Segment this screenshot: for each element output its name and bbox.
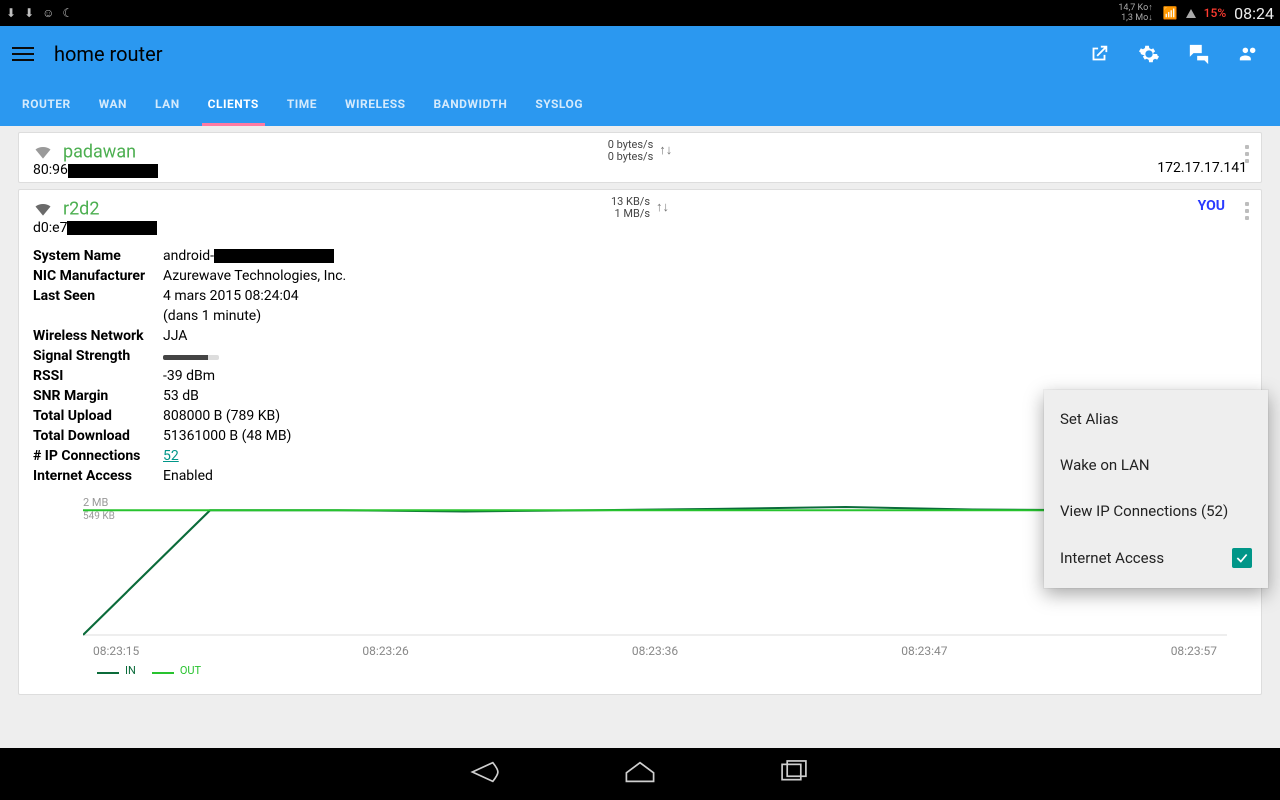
chart-x-axis: 08:23:15 08:23:26 08:23:36 08:23:47 08:2… [83,640,1227,658]
feedback-icon[interactable] [1188,43,1210,65]
wifi-icon [33,199,53,219]
battery-level: 15% [1204,6,1226,20]
clock: 08:24 [1234,4,1274,23]
overflow-menu-icon[interactable] [1241,139,1253,169]
android-nav-bar [0,748,1280,800]
content-area: padawan 80:96 0 bytes/s 0 bytes/s ↑↓ 172… [0,126,1280,748]
android-status-bar: ⬇ ⬇ ☺ ☾ 14,7 Ko↑ 1,3 Mo↓ 📶 15% 08:24 [0,0,1280,26]
chart-legend: IN OUT [83,658,1227,677]
notif-icon: ☺ [42,6,54,20]
client-name: r2d2 [63,199,99,220]
context-menu: Set Alias Wake on LAN View IP Connection… [1044,390,1268,588]
network-speed: 14,7 Ko↑ 1,3 Mo↓ [1118,3,1152,23]
tab-bandwidth[interactable]: BANDWIDTH [419,82,521,126]
wifi-icon [33,142,53,162]
updown-icon: ↑↓ [656,202,669,214]
menu-internet-access[interactable]: Internet Access [1044,534,1268,582]
people-icon[interactable] [1238,43,1260,65]
tab-syslog[interactable]: SYSLOG [521,82,597,126]
tab-wireless[interactable]: WIRELESS [331,82,419,126]
page-title: home router [54,42,1068,66]
ip-connections-link[interactable]: 52 [163,448,179,464]
signal-strength-bar [163,355,219,360]
client-speed: 0 bytes/s 0 bytes/s ↑↓ [608,139,673,163]
back-button[interactable] [469,758,503,790]
client-mac: d0:e7 [33,220,1247,236]
tab-wan[interactable]: WAN [85,82,141,126]
tab-router[interactable]: ROUTER [8,82,85,126]
checkbox-checked-icon[interactable] [1232,548,1252,568]
tab-lan[interactable]: LAN [141,82,194,126]
open-external-icon[interactable] [1088,43,1110,65]
tab-clients[interactable]: CLIENTS [194,82,273,126]
home-button[interactable] [623,758,657,790]
menu-view-ip-connections[interactable]: View IP Connections (52) [1044,488,1268,534]
signal-icon [1186,9,1196,18]
notif-icon: ☾ [62,6,73,20]
settings-icon[interactable] [1138,43,1160,65]
client-card-padawan[interactable]: padawan 80:96 0 bytes/s 0 bytes/s ↑↓ 172… [18,132,1262,183]
menu-set-alias[interactable]: Set Alias [1044,396,1268,442]
client-mac: 80:96 [33,162,1247,178]
you-badge: YOU [1198,198,1225,214]
client-speed: 13 KB/s 1 MB/s ↑↓ [611,196,669,220]
client-ip: 172.17.17.141 [1157,160,1247,176]
download-icon: ⬇ [6,6,16,20]
tab-bar: ROUTER WAN LAN CLIENTS TIME WIRELESS BAN… [0,82,1280,126]
overflow-menu-icon[interactable] [1241,196,1253,226]
tab-time[interactable]: TIME [273,82,331,126]
app-bar: home router ROUTER WAN LAN CLIENTS TIME … [0,26,1280,126]
download-icon: ⬇ [24,6,34,20]
recents-button[interactable] [777,758,811,790]
menu-wake-on-lan[interactable]: Wake on LAN [1044,442,1268,488]
wifi-icon: 📶 [1163,6,1178,20]
menu-icon[interactable] [12,47,34,61]
updown-icon: ↑↓ [659,145,672,157]
client-name: padawan [63,141,136,162]
